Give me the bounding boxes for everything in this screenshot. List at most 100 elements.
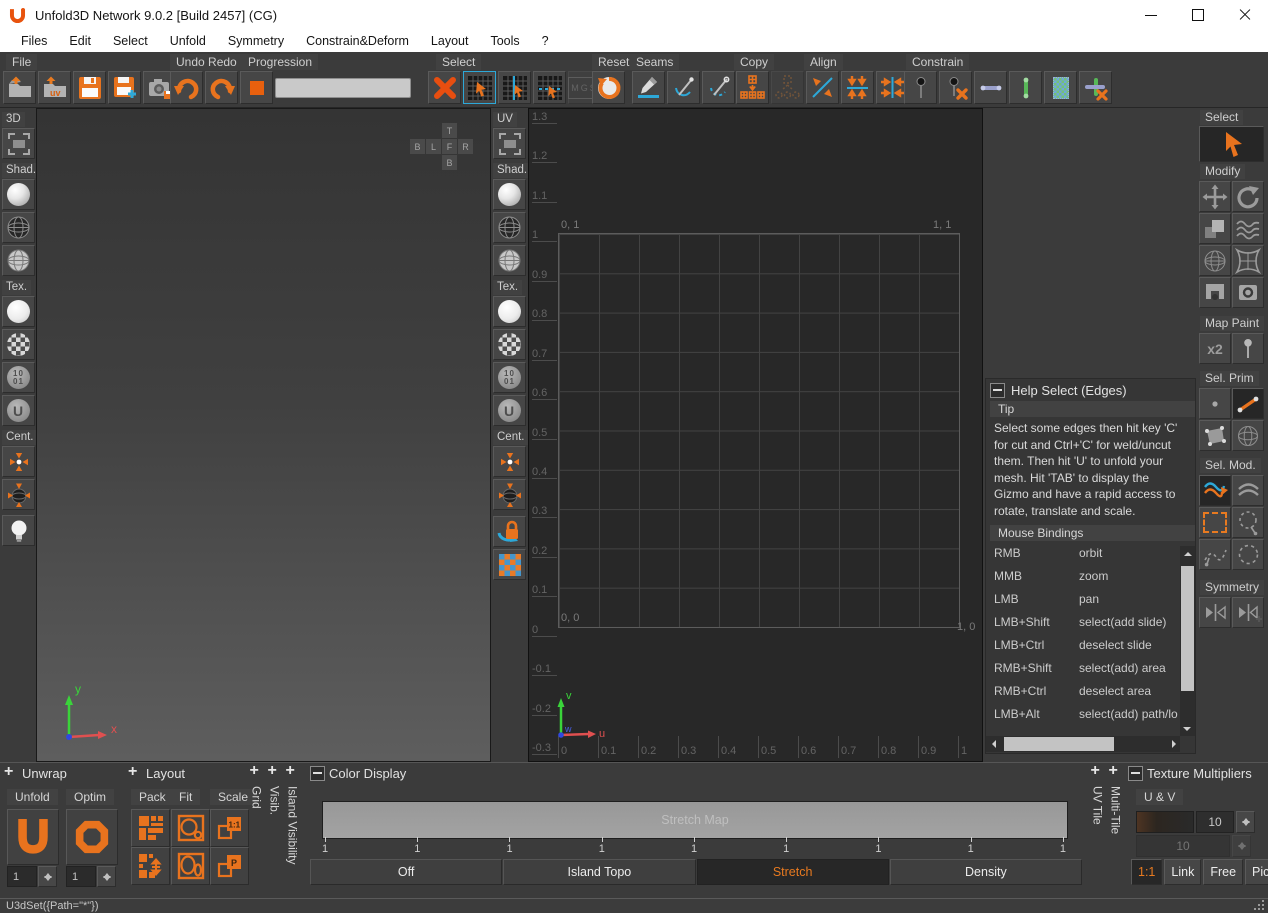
deform-button[interactable] xyxy=(1232,213,1264,244)
resize-grip-icon[interactable] xyxy=(1254,900,1264,910)
3d-tex-numbers-button[interactable]: 1001 xyxy=(2,362,35,393)
3d-tex-checker-button[interactable] xyxy=(2,329,35,360)
uv-tex-custom-button[interactable]: U xyxy=(493,395,526,426)
expand-icon[interactable] xyxy=(4,767,18,781)
expand-icon[interactable] xyxy=(250,766,264,780)
scroll-left-icon[interactable] xyxy=(988,740,996,748)
align-horizontal-line-button[interactable] xyxy=(841,71,874,104)
clamp-button[interactable] xyxy=(1199,277,1231,308)
minimize-button[interactable] xyxy=(1127,0,1174,30)
uv-tile-strip[interactable]: UV Tile xyxy=(1090,766,1105,896)
pack-move-button[interactable] xyxy=(131,847,170,885)
vertical-scrollbar[interactable] xyxy=(1180,546,1195,736)
view-back-button[interactable]: B xyxy=(410,139,425,154)
uv-shaded-wireframe-button[interactable] xyxy=(493,245,526,276)
tab-island-topo[interactable]: Island Topo xyxy=(503,859,695,885)
cut-seam-button[interactable] xyxy=(632,71,665,104)
mode-link-button[interactable]: Link xyxy=(1164,859,1201,885)
3d-light-button[interactable] xyxy=(2,515,35,546)
constrain-grid-button[interactable] xyxy=(1044,71,1077,104)
multi-tile-strip[interactable]: Multi-Tile xyxy=(1108,766,1123,896)
menu-item[interactable]: Unfold xyxy=(159,34,217,48)
viewport-uv[interactable]: 0, 1 1, 1 0, 0 1, 0 1.31.21.110.90.80.70… xyxy=(528,108,983,762)
reset-button[interactable] xyxy=(592,71,625,104)
scroll-right-icon[interactable] xyxy=(1172,740,1180,748)
rectangle-select-button[interactable] xyxy=(1199,507,1231,538)
spin-down-icon[interactable] xyxy=(1242,821,1250,830)
circle-select-button[interactable] xyxy=(1232,539,1264,570)
vertical-scroll-thumb[interactable] xyxy=(1181,566,1194,691)
horizontal-scrollbar[interactable] xyxy=(986,736,1180,752)
mode-1to1-button[interactable]: 1:1 xyxy=(1131,859,1162,885)
grid-strip[interactable]: Grid xyxy=(249,766,264,896)
menu-item[interactable]: Files xyxy=(10,34,58,48)
spin-down-icon[interactable] xyxy=(103,876,111,885)
tab-density[interactable]: Density xyxy=(890,859,1082,885)
slide-select-button[interactable] xyxy=(1199,475,1231,506)
undo-button[interactable] xyxy=(170,71,203,104)
uv-lock-rotation-button[interactable] xyxy=(493,516,526,547)
collapse-panel-icon[interactable] xyxy=(990,383,1005,398)
copy-uvs-button[interactable] xyxy=(736,71,769,104)
align-diagonal-button[interactable] xyxy=(806,71,839,104)
save-button[interactable] xyxy=(73,71,106,104)
mode-pic-button[interactable]: Pic xyxy=(1245,859,1268,885)
remove-constraints-button[interactable] xyxy=(1079,71,1112,104)
fit-button[interactable] xyxy=(171,809,210,847)
open-file-button[interactable] xyxy=(3,71,36,104)
path-select-button[interactable] xyxy=(1199,539,1231,570)
menu-item[interactable]: Select xyxy=(102,34,159,48)
constrain-vertical-button[interactable] xyxy=(1009,71,1042,104)
tab-off[interactable]: Off xyxy=(310,859,502,885)
viewport-3d[interactable]: T B L F R B y x xyxy=(36,108,491,762)
scale-button[interactable] xyxy=(1199,213,1231,244)
uv-checker-display-button[interactable] xyxy=(493,549,526,580)
3d-center-selection-button[interactable] xyxy=(2,479,35,510)
menu-item[interactable]: Constrain&Deform xyxy=(295,34,420,48)
pack-button[interactable] xyxy=(131,809,170,847)
copy-symmetric-button[interactable] xyxy=(771,71,804,104)
menu-item[interactable]: Edit xyxy=(58,34,102,48)
open-uv-file-button[interactable]: uv xyxy=(38,71,71,104)
scale-1to1-button[interactable]: 1:1 xyxy=(210,809,249,847)
weld-cut-seam-button[interactable] xyxy=(702,71,735,104)
view-bottom-button[interactable]: B xyxy=(442,155,457,170)
clamp-ring-button[interactable] xyxy=(1232,277,1264,308)
deselect-all-button[interactable] xyxy=(428,71,461,104)
close-button[interactable] xyxy=(1221,0,1268,30)
uv-shaded-button[interactable] xyxy=(493,179,526,210)
3d-center-point-button[interactable] xyxy=(2,446,35,477)
sphere-deform-button[interactable] xyxy=(1199,245,1231,276)
stop-button[interactable] xyxy=(240,71,273,104)
weld-seam-button[interactable] xyxy=(667,71,700,104)
maximize-button[interactable] xyxy=(1174,0,1221,30)
fit-view-3d-button[interactable] xyxy=(2,128,35,159)
pinch-button[interactable] xyxy=(1232,245,1264,276)
symmetry-mirror-button[interactable] xyxy=(1199,597,1231,628)
unfold-button[interactable] xyxy=(7,809,59,865)
view-top-button[interactable]: T xyxy=(442,123,457,138)
unfold-iterations-value[interactable]: 1 xyxy=(7,866,37,887)
expand-icon[interactable] xyxy=(128,767,142,781)
select-points-button[interactable] xyxy=(1199,388,1231,419)
rotate-button[interactable] xyxy=(1232,181,1264,212)
mode-free-button[interactable]: Free xyxy=(1203,859,1243,885)
uv-tex-numbers-button[interactable]: 1001 xyxy=(493,362,526,393)
expand-icon[interactable] xyxy=(268,766,282,780)
x2-button[interactable]: x2 xyxy=(1199,333,1231,364)
optim-iterations-value[interactable]: 1 xyxy=(66,866,96,887)
uv-tex-checker-button[interactable] xyxy=(493,329,526,360)
fit-alt-button[interactable] xyxy=(171,847,210,885)
select-polygons-button[interactable] xyxy=(1199,420,1231,451)
u-multiplier-stepper[interactable] xyxy=(1236,811,1255,833)
expand-icon[interactable] xyxy=(286,766,300,780)
tab-stretch[interactable]: Stretch xyxy=(697,859,889,885)
scroll-down-icon[interactable] xyxy=(1183,727,1191,735)
collapse-panel-icon[interactable] xyxy=(310,766,325,781)
optimize-button[interactable] xyxy=(66,809,118,865)
view-right-button[interactable]: R xyxy=(458,139,473,154)
unfold-iterations-stepper[interactable] xyxy=(38,866,57,887)
uv-center-point-button[interactable] xyxy=(493,446,526,477)
view-left-button[interactable]: L xyxy=(426,139,441,154)
menu-item[interactable]: Symmetry xyxy=(217,34,295,48)
